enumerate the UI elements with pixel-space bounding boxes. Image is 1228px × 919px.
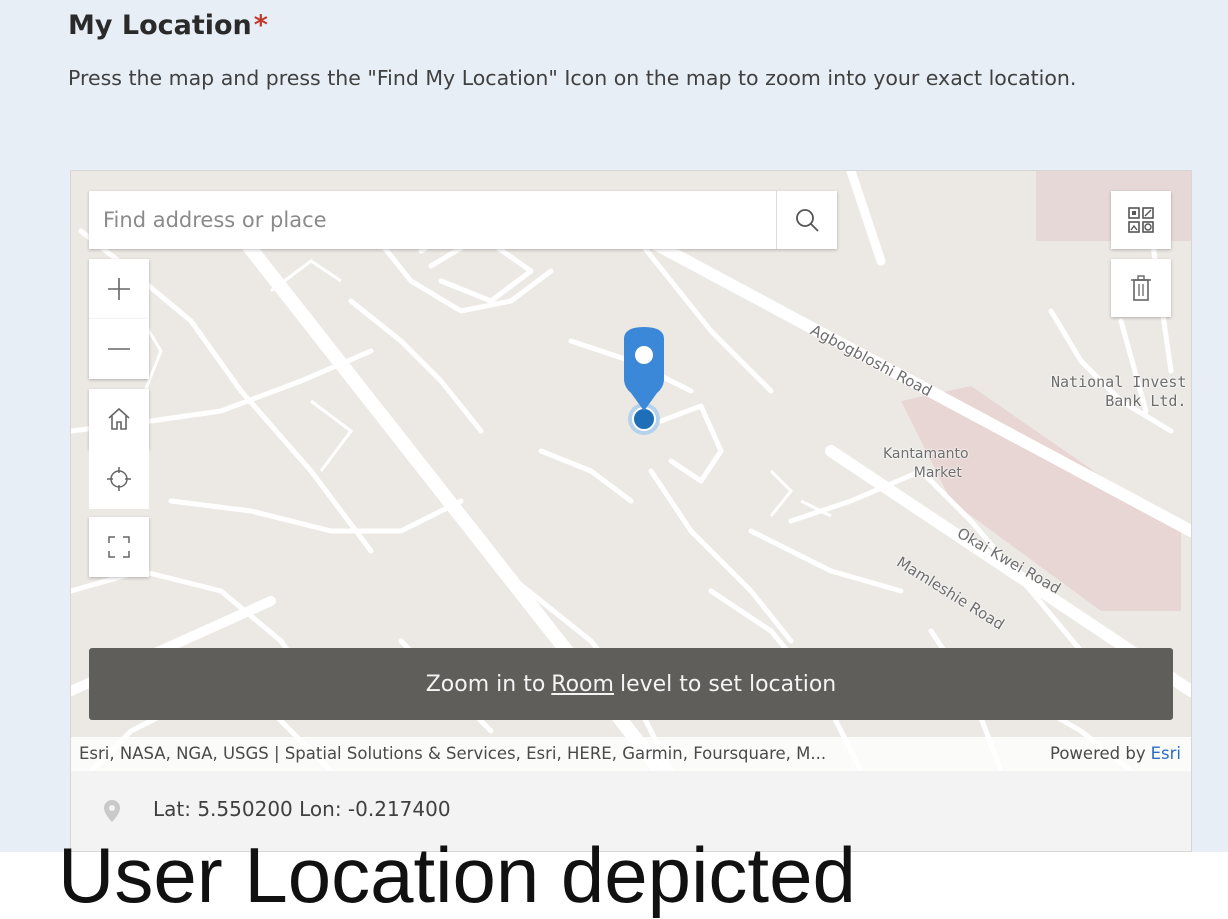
delete-location-button[interactable] (1111, 259, 1171, 317)
powered-by-text: Powered by (1049, 744, 1146, 763)
map-attribution-bar: Esri, NASA, NGA, USGS | Spatial Solution… (71, 737, 1191, 771)
market-label-line2: Market (913, 465, 962, 481)
map-search-input[interactable] (89, 191, 777, 249)
zoom-in-button[interactable] (89, 259, 149, 319)
zoom-level-banner: Zoom in to Room level to set location (89, 648, 1173, 720)
trash-icon (1131, 275, 1151, 301)
map-question-card: Agbogbloshi Road National Invest Bank Ltd… (70, 170, 1192, 852)
map-marker-icon (104, 800, 120, 822)
home-button[interactable] (89, 389, 149, 449)
poi-label-bank-line2: Bank Ltd. (1105, 392, 1187, 410)
location-question-panel: My Location* Press the map and press the… (0, 0, 1228, 852)
poi-label-bank: National Invest Bank Ltd. (1051, 373, 1186, 411)
powered-by: Powered by Esri (1050, 737, 1181, 771)
map-view[interactable]: Agbogbloshi Road National Invest Bank Ltd… (71, 171, 1191, 771)
required-asterisk: * (253, 10, 268, 41)
home-icon (108, 407, 130, 430)
attribution-sources[interactable]: Esri, NASA, NGA, USGS | Spatial Solution… (79, 737, 1009, 771)
location-pin-icon (624, 327, 664, 435)
fullscreen-button[interactable] (89, 517, 149, 577)
fullscreen-icon (108, 536, 130, 558)
esri-link[interactable]: Esri (1151, 744, 1181, 763)
market-label-line1: Kantamanto (883, 446, 969, 462)
slide-caption: User Location depicted (58, 831, 856, 919)
banner-suffix: level to set location (619, 671, 837, 697)
map-search-box (89, 191, 837, 249)
question-title-text: My Location (68, 10, 252, 41)
banner-prefix: Zoom in to (425, 671, 546, 697)
basemap-gallery-button[interactable] (1111, 191, 1171, 249)
search-icon (796, 209, 819, 232)
banner-level-link[interactable]: Room (551, 672, 614, 697)
zoom-out-button[interactable] (89, 319, 149, 379)
market-label: Kantamanto Market (883, 445, 969, 483)
locate-button[interactable] (89, 449, 149, 509)
question-description: Press the map and press the "Find My Loc… (68, 66, 1077, 90)
question-title: My Location* (68, 10, 268, 41)
basemap-grid-icon (1128, 207, 1154, 233)
poi-label-bank-line1: National Invest (1051, 373, 1187, 391)
lat-lon-value: Lat: 5.550200 Lon: -0.217400 (153, 797, 451, 821)
locate-crosshair-icon (107, 467, 131, 491)
map-search-button[interactable] (776, 191, 837, 249)
minus-icon (108, 348, 130, 350)
plus-icon (108, 278, 130, 300)
